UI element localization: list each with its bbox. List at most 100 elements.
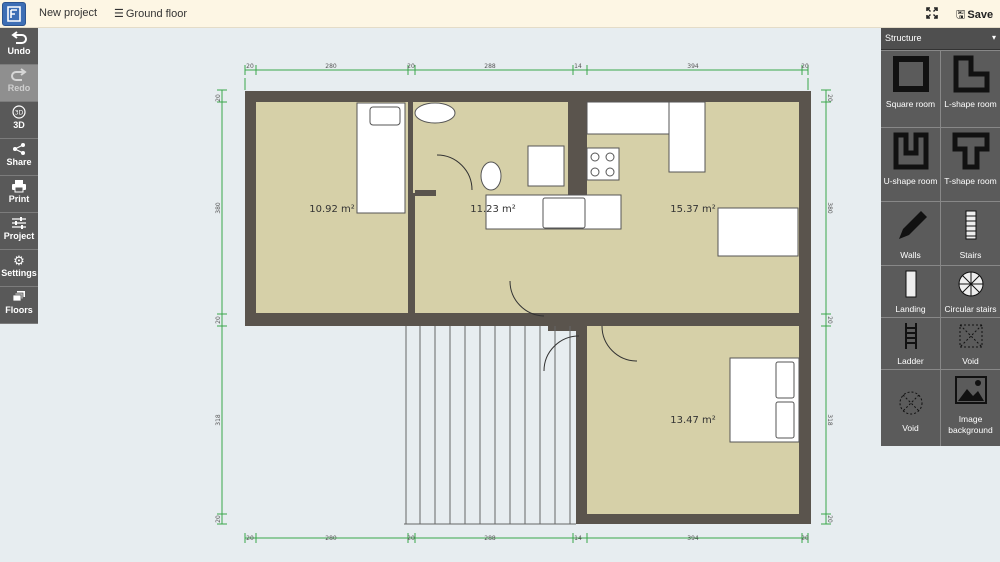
t-shape-room-label: T-shape room — [944, 176, 997, 186]
stairs-icon — [941, 202, 1000, 250]
settings-button[interactable]: ⚙ Settings — [0, 250, 38, 287]
void-label: Void — [962, 356, 979, 366]
landing-button[interactable]: Landing — [881, 266, 940, 317]
floorplanner-logo-icon — [7, 6, 21, 22]
floorplan-canvas[interactable]: 20 280 20 288 14 394 20 20 280 20 288 14… — [210, 58, 840, 550]
save-label: Save — [967, 9, 994, 21]
dim-top-6: 20 — [801, 63, 809, 70]
l-shape-room-button[interactable]: L-shape room — [941, 51, 1000, 127]
3d-label: 3D — [13, 120, 25, 130]
void-circle-button[interactable]: Void — [881, 370, 940, 446]
dim-bottom-6: 20 — [801, 535, 809, 542]
sofa[interactable] — [717, 207, 799, 257]
dim-top-1: 280 — [325, 63, 337, 70]
dim-right-2: 20 — [826, 316, 833, 324]
dim-top-0: 20 — [246, 63, 254, 70]
dim-left-1: 380 — [215, 202, 222, 214]
toilet[interactable] — [480, 161, 502, 191]
walls-label: Walls — [900, 250, 921, 260]
floors-label: Floors — [5, 305, 33, 315]
redo-icon — [0, 65, 38, 83]
dim-left-3: 318 — [215, 414, 222, 426]
project-label: Project — [3, 231, 35, 241]
hamburger-icon: ☰ — [114, 8, 124, 20]
area-label-bedroom-left: 10.92 m² — [309, 204, 355, 215]
svg-text:3D: 3D — [15, 110, 24, 117]
pencil-icon — [881, 202, 940, 250]
u-shape-room-button[interactable]: U-shape room — [881, 128, 940, 201]
square-room-button[interactable]: Square room — [881, 51, 940, 127]
l-shape-room-icon — [941, 51, 1000, 99]
print-button[interactable]: Print — [0, 176, 38, 213]
wall-bottom-left[interactable] — [256, 313, 408, 326]
print-icon — [0, 176, 38, 194]
bed-pillow[interactable] — [369, 106, 401, 126]
kitchen-cabinets-top[interactable] — [586, 101, 670, 135]
wall-bath-bottom[interactable] — [415, 190, 436, 196]
ladder-label: Ladder — [897, 356, 924, 366]
category-select[interactable]: Structure ▾ — [881, 28, 1000, 50]
dim-bottom-0: 20 — [246, 535, 254, 542]
dim-right-3: 318 — [826, 414, 833, 426]
shower-tray[interactable] — [527, 145, 565, 187]
dim-right-1: 380 — [826, 202, 833, 214]
wall-bottom-mid[interactable] — [440, 313, 502, 326]
square-room-icon — [881, 51, 940, 99]
stairs-label: Stairs — [959, 250, 982, 260]
wall-bottom-right[interactable] — [637, 313, 799, 326]
void-circle-icon — [881, 370, 940, 423]
project-button[interactable]: Project — [0, 213, 38, 250]
floors-button[interactable]: Floors — [0, 287, 38, 324]
void-button[interactable]: Void — [941, 318, 1000, 369]
ladder-icon — [881, 318, 940, 356]
fullscreen-icon[interactable] — [926, 7, 938, 19]
dim-left-4: 20 — [215, 515, 222, 523]
dim-left-2: 20 — [215, 316, 222, 324]
bathroom-sink[interactable] — [414, 102, 456, 124]
share-label: Share — [6, 157, 32, 167]
save-button[interactable]: 🖫 Save — [956, 6, 993, 25]
dim-bottom-2: 20 — [407, 535, 415, 542]
dim-top-5: 394 — [687, 63, 699, 70]
landing-icon — [881, 266, 940, 304]
dim-top-4: 14 — [574, 63, 582, 70]
area-label-kitchen: 15.37 m² — [670, 204, 716, 215]
void-icon — [941, 318, 1000, 356]
redo-label: Redo — [7, 83, 31, 93]
stairs-block[interactable] — [404, 326, 576, 525]
t-shape-room-button[interactable]: T-shape room — [941, 128, 1000, 201]
dim-bottom-3: 288 — [484, 535, 496, 542]
stairs-button[interactable]: Stairs — [941, 202, 1000, 265]
image-background-button[interactable]: Image background — [941, 370, 1000, 446]
image-background-label: Image background — [948, 414, 993, 435]
category-label: Structure — [885, 33, 922, 43]
settings-label: Settings — [1, 268, 37, 278]
redo-button[interactable]: Redo — [0, 65, 38, 102]
area-label-hall: 11.23 m² — [470, 204, 516, 215]
undo-button[interactable]: Undo — [0, 28, 38, 65]
dim-bottom-1: 280 — [325, 535, 337, 542]
undo-icon — [0, 28, 38, 46]
circular-stairs-button[interactable]: Circular stairs — [941, 266, 1000, 317]
floor-selector[interactable]: ☰ Ground floor — [114, 7, 187, 20]
u-shape-room-icon — [881, 128, 940, 176]
floors-icon — [0, 287, 38, 305]
3d-button[interactable]: 3D 3D — [0, 102, 38, 139]
wall-bath-kitchen[interactable] — [568, 102, 587, 202]
square-room-label: Square room — [885, 99, 936, 109]
landing-label: Landing — [895, 304, 926, 314]
wall-bedroom-hall[interactable] — [408, 193, 415, 253]
circular-stairs-label: Circular stairs — [944, 304, 997, 314]
dim-bottom-5: 394 — [687, 535, 699, 542]
kitchen-sink[interactable] — [542, 197, 586, 229]
floor-label: Ground floor — [125, 8, 188, 20]
ladder-button[interactable]: Ladder — [881, 318, 940, 369]
dim-top-2: 20 — [407, 63, 415, 70]
app-logo[interactable] — [2, 2, 26, 26]
walls-button[interactable]: Walls — [881, 202, 940, 265]
share-button[interactable]: Share — [0, 139, 38, 176]
u-shape-room-label: U-shape room — [883, 176, 938, 186]
fridge[interactable] — [668, 101, 706, 173]
stove[interactable] — [586, 147, 620, 181]
project-name[interactable]: New project — [39, 7, 97, 19]
